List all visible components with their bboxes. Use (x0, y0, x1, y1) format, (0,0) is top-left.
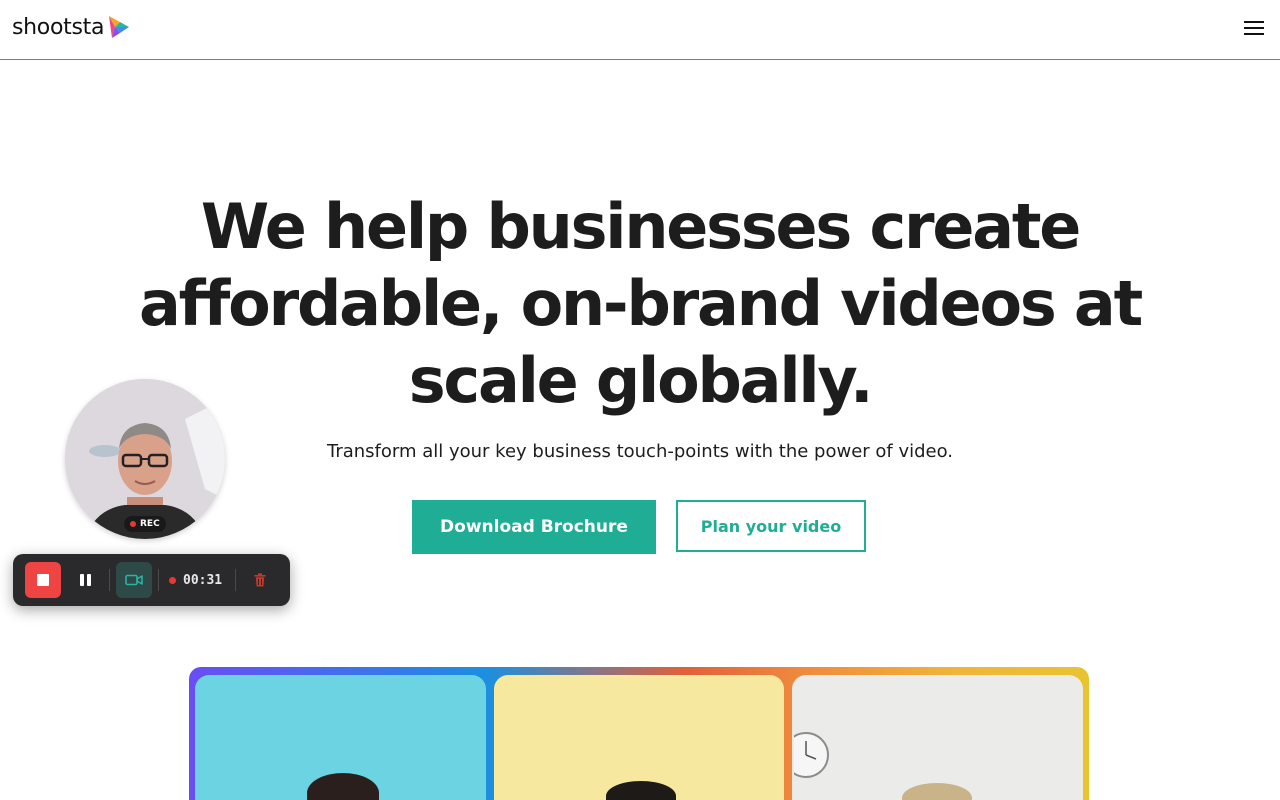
site-header: shootsta (0, 0, 1280, 60)
rec-badge: REC (124, 516, 166, 532)
video-panel-3[interactable] (792, 675, 1083, 800)
delete-recording-button[interactable] (251, 570, 269, 590)
hero-subtitle: Transform all your key business touch-po… (326, 441, 954, 462)
plan-your-video-button[interactable]: Plan your video (676, 500, 866, 552)
recording-timer: 00:31 (169, 570, 222, 590)
video-camera-icon (125, 574, 143, 586)
recorder-toolbar: 00:31 (13, 554, 290, 606)
presenter-image (606, 781, 676, 800)
pause-icon (79, 574, 84, 586)
shootsta-logo-icon (109, 16, 130, 38)
hero-title: We help businesses create affordable, on… (138, 190, 1143, 417)
timer-value: 00:31 (183, 572, 223, 588)
toolbar-divider (109, 569, 110, 591)
shootsta-logo[interactable]: shootsta (12, 14, 131, 40)
recording-dot-icon (130, 521, 136, 527)
pause-recording-button[interactable] (75, 569, 95, 591)
toolbar-divider (235, 569, 236, 591)
download-brochure-button[interactable]: Download Brochure (412, 500, 656, 554)
logo-text: shootsta (12, 14, 105, 40)
presenter-image (307, 773, 379, 800)
toggle-camera-button[interactable] (116, 562, 152, 598)
webcam-preview[interactable]: REC (65, 379, 225, 539)
video-panel-1[interactable] (195, 675, 486, 800)
wall-clock-image (794, 732, 829, 778)
rec-badge-label: REC (140, 519, 160, 529)
stop-recording-button[interactable] (25, 562, 61, 598)
webcam-person-image (65, 379, 225, 539)
recording-indicator-icon (169, 576, 176, 584)
toolbar-divider (158, 569, 159, 591)
stop-icon (37, 574, 49, 586)
hamburger-menu-icon[interactable] (1244, 21, 1264, 37)
trash-icon (254, 573, 266, 587)
presenter-image (902, 783, 972, 800)
video-panel-2[interactable] (494, 675, 784, 800)
video-showcase (189, 667, 1089, 800)
